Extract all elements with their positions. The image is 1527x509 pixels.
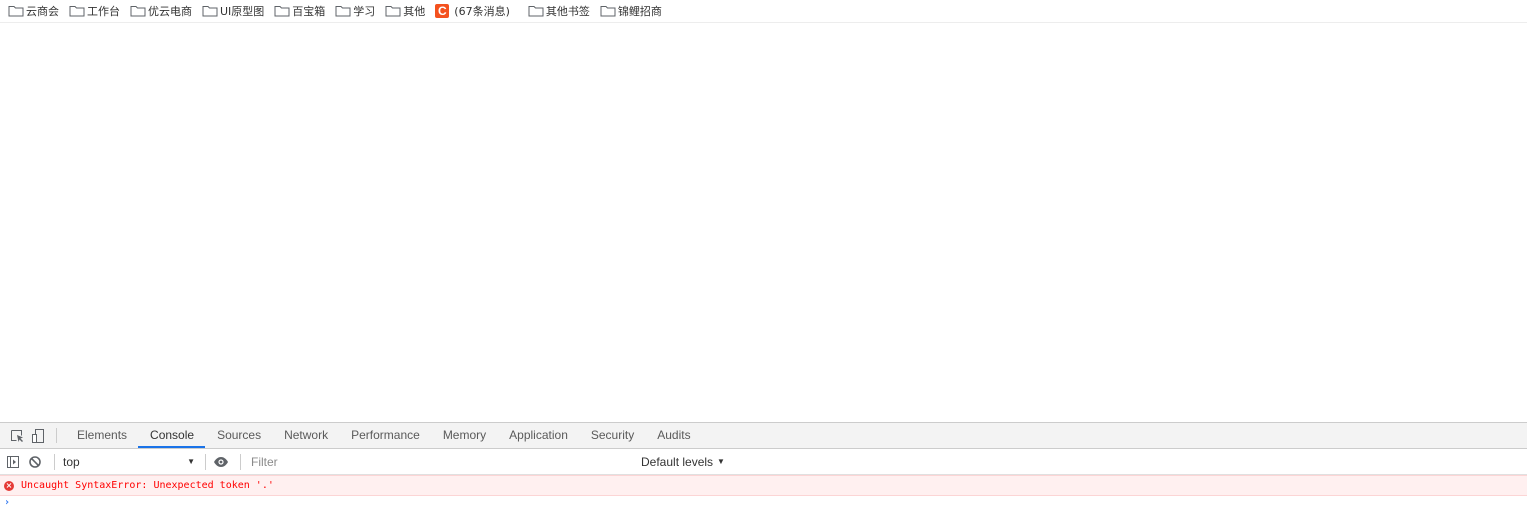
- bookmarks-bar: 云商会 工作台 优云电商 UI原型图 百宝箱 学习 其他 C (67条消息) 其…: [0, 0, 1527, 23]
- tab-elements[interactable]: Elements: [65, 423, 138, 448]
- bookmark-folder-ui-prototype[interactable]: UI原型图: [202, 2, 264, 20]
- tab-performance[interactable]: Performance: [339, 423, 431, 448]
- bookmark-label: 工作台: [87, 5, 120, 18]
- toolbar-divider: [54, 453, 55, 470]
- sidebar-play-icon: [7, 455, 19, 468]
- folder-icon: [528, 6, 544, 17]
- bookmark-label: 百宝箱: [292, 5, 326, 18]
- bookmark-label: 其他书签: [545, 5, 590, 18]
- tab-network[interactable]: Network: [272, 423, 339, 448]
- dropdown-arrow-icon: ▼: [187, 457, 195, 466]
- folder-icon: [335, 6, 351, 17]
- device-toolbar-button[interactable]: [28, 423, 50, 448]
- filter-input[interactable]: [247, 451, 633, 472]
- tab-audits[interactable]: Audits: [645, 423, 701, 448]
- console-error-message[interactable]: × Uncaught SyntaxError: Unexpected token…: [0, 475, 1527, 496]
- prompt-caret-icon: ›: [4, 496, 11, 508]
- log-levels-dropdown[interactable]: Default levels ▼: [641, 455, 725, 469]
- folder-icon: [274, 6, 290, 17]
- bookmark-label: 云商会: [26, 5, 59, 18]
- folder-icon: [130, 6, 146, 17]
- folder-icon: [600, 6, 616, 17]
- bookmark-folder-youyundianshang[interactable]: 优云电商: [130, 2, 192, 20]
- tab-security[interactable]: Security: [579, 423, 645, 448]
- log-levels-label: Default levels: [641, 454, 714, 469]
- devtools-panel: Elements Console Sources Network Perform…: [0, 422, 1527, 509]
- context-value: top: [63, 454, 80, 469]
- devtools-tabbar: Elements Console Sources Network Perform…: [0, 422, 1527, 449]
- eye-icon: [214, 456, 228, 467]
- bookmark-folder-gongzuotai[interactable]: 工作台: [69, 2, 120, 20]
- page-viewport[interactable]: [0, 24, 1527, 422]
- bookmark-label: 其他: [403, 5, 426, 18]
- bookmark-label: (67条消息): [454, 5, 510, 18]
- tab-memory[interactable]: Memory: [431, 423, 497, 448]
- console-prompt[interactable]: ›: [0, 496, 1527, 508]
- toolbar-divider: [56, 428, 57, 443]
- tab-application[interactable]: Application: [497, 423, 579, 448]
- clear-console-button[interactable]: [26, 453, 44, 471]
- error-icon: ×: [4, 480, 14, 491]
- device-mobile-icon: [32, 428, 44, 443]
- bookmark-label: 优云电商: [148, 5, 192, 18]
- show-sidebar-button[interactable]: [4, 453, 22, 471]
- inspect-cursor-icon: [11, 429, 23, 442]
- bookmark-label: UI原型图: [220, 5, 265, 18]
- folder-icon: [202, 6, 218, 17]
- clear-ban-icon: [29, 455, 41, 468]
- dropdown-arrow-icon: ▼: [717, 457, 725, 466]
- bookmark-page-messages[interactable]: C (67条消息): [435, 2, 510, 20]
- bookmark-folder-xuexi[interactable]: 学习: [335, 2, 375, 20]
- bookmark-folder-other-bookmarks[interactable]: 其他书签: [528, 2, 590, 20]
- tab-console[interactable]: Console: [138, 423, 206, 448]
- toolbar-divider: [205, 453, 206, 470]
- context-selector[interactable]: top ▼: [61, 452, 199, 472]
- console-toolbar: top ▼ Default levels ▼: [0, 449, 1527, 475]
- folder-icon: [8, 6, 24, 17]
- csdn-favicon-icon: C: [435, 4, 450, 18]
- bookmark-folder-baibaoxiang[interactable]: 百宝箱: [274, 2, 325, 20]
- tab-sources[interactable]: Sources: [205, 423, 272, 448]
- folder-icon: [385, 6, 401, 17]
- bookmark-folder-yunshanghui[interactable]: 云商会: [8, 2, 59, 20]
- error-text: Uncaught SyntaxError: Unexpected token '…: [21, 480, 274, 491]
- live-expression-button[interactable]: [212, 453, 230, 471]
- toolbar-divider: [240, 453, 241, 470]
- inspect-element-button[interactable]: [6, 423, 28, 448]
- bookmark-label: 锦鲤招商: [617, 5, 662, 18]
- folder-icon: [69, 6, 85, 17]
- bookmark-folder-qita[interactable]: 其他: [385, 2, 425, 20]
- bookmark-label: 学习: [353, 5, 376, 18]
- bookmark-folder-jinli-zhaoshang[interactable]: 锦鲤招商: [600, 2, 662, 20]
